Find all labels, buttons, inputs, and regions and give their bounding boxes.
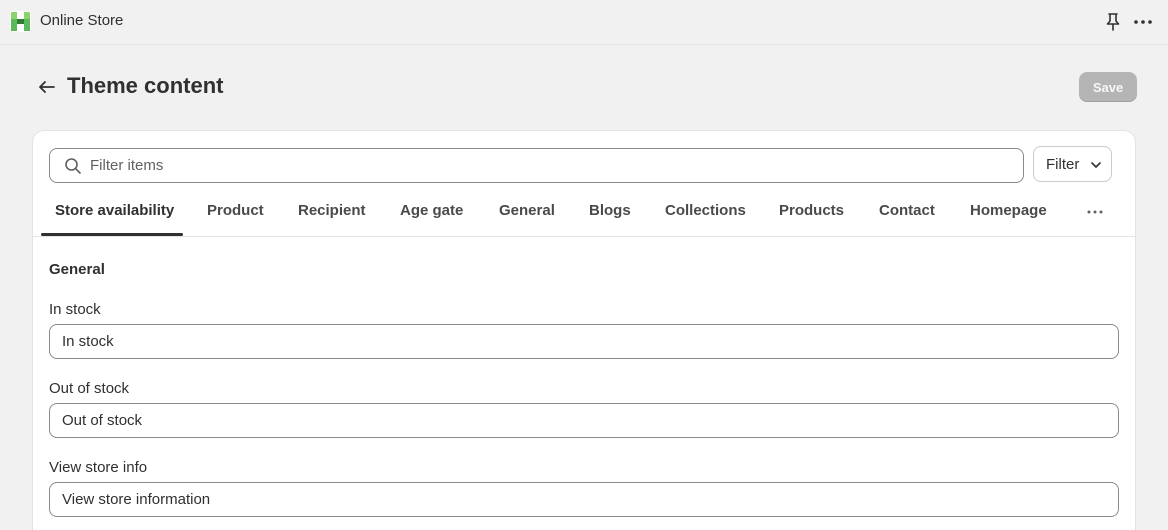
pin-icon[interactable]	[1104, 12, 1122, 32]
app-title: Online Store	[40, 12, 124, 29]
in-stock-field[interactable]	[49, 324, 1119, 359]
online-store-icon	[10, 11, 31, 32]
tab-store-availability[interactable]: Store availability	[55, 189, 174, 236]
out-of-stock-field[interactable]	[49, 403, 1119, 438]
tab-blogs[interactable]: Blogs	[589, 189, 631, 236]
search-input[interactable]	[90, 149, 1010, 182]
tab-general[interactable]: General	[499, 189, 555, 236]
filter-button[interactable]: Filter	[1033, 146, 1112, 182]
view-store-info-field[interactable]	[49, 482, 1119, 517]
section-title: General	[49, 261, 105, 278]
theme-content-card: Filter Store availability Product Recipi…	[32, 130, 1136, 530]
in-stock-label: In stock	[49, 301, 101, 318]
tab-recipient[interactable]: Recipient	[298, 189, 366, 236]
page-title: Theme content	[67, 73, 224, 98]
filter-label: Filter	[1046, 155, 1080, 173]
view-store-info-label: View store info	[49, 459, 148, 476]
more-horizontal-icon[interactable]	[1132, 12, 1154, 32]
active-tab-indicator	[41, 233, 183, 236]
tab-products[interactable]: Products	[779, 189, 844, 236]
chevron-down-icon	[1091, 162, 1101, 168]
search-icon	[65, 158, 81, 174]
tab-age-gate[interactable]: Age gate	[400, 189, 463, 236]
tab-collections[interactable]: Collections	[665, 189, 746, 236]
more-horizontal-icon[interactable]	[1085, 202, 1105, 222]
search-box[interactable]	[49, 148, 1024, 183]
out-of-stock-label: Out of stock	[49, 380, 130, 397]
arrow-left-icon[interactable]	[34, 74, 60, 100]
tab-bar: Store availability Product Recipient Age…	[33, 189, 1135, 237]
top-bar: Online Store	[0, 0, 1168, 45]
tab-product[interactable]: Product	[207, 189, 264, 236]
tab-homepage[interactable]: Homepage	[970, 189, 1047, 236]
tab-contact[interactable]: Contact	[879, 189, 935, 236]
save-button[interactable]: Save	[1079, 72, 1137, 102]
